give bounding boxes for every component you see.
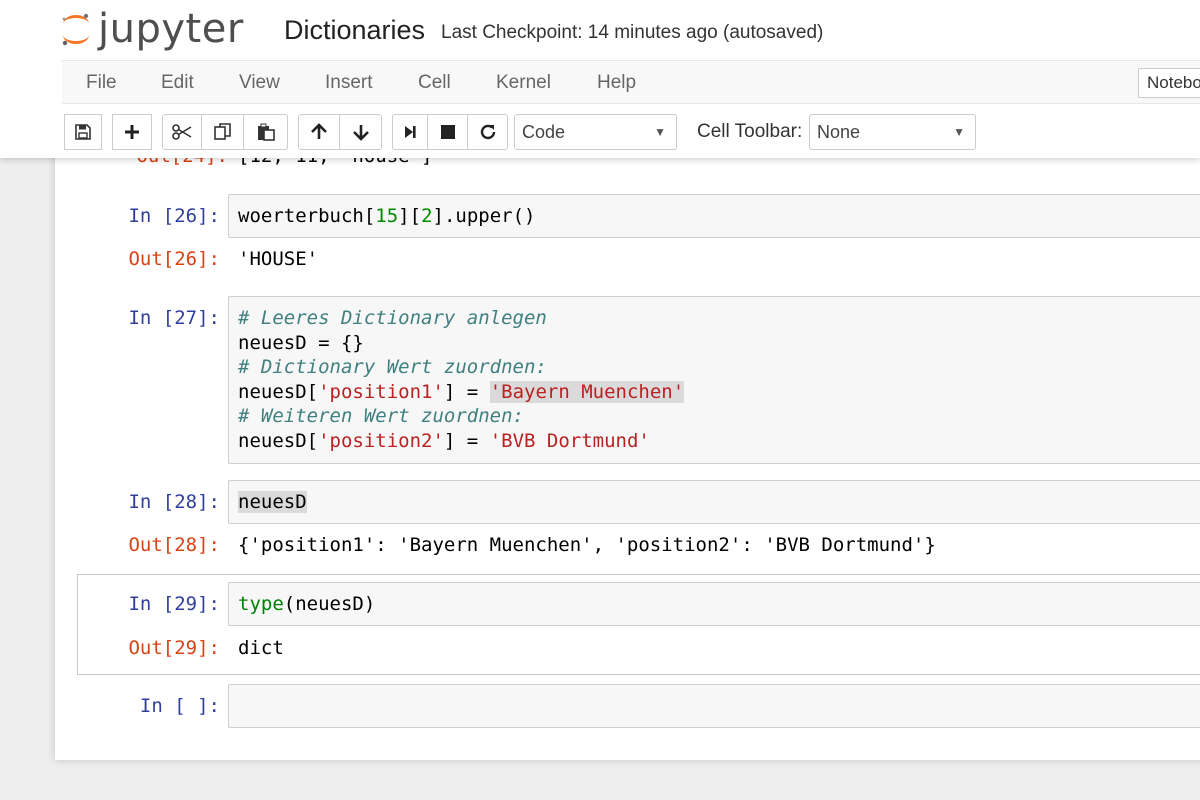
chevron-down-icon: ▼	[654, 125, 666, 139]
jupyter-logo-icon	[62, 13, 89, 46]
code-token: neuesD[	[238, 381, 319, 403]
output-prompt: Out[28]:	[128, 534, 220, 556]
menu-view[interactable]: View	[239, 61, 280, 105]
notebook-header: jupyter Dictionaries Last Checkpoint: 14…	[0, 0, 1200, 158]
move-up-button[interactable]	[298, 114, 340, 150]
menu-edit[interactable]: Edit	[161, 61, 194, 105]
code-line: neuesD['position1'] = 'Bayern Muenchen'	[238, 380, 685, 404]
menu-kernel[interactable]: Kernel	[496, 61, 551, 105]
kernel-indicator[interactable]: Notebo	[1138, 68, 1200, 98]
paste-button[interactable]	[244, 114, 288, 150]
code-input-empty[interactable]	[228, 684, 1200, 728]
code-token: 2	[421, 205, 433, 227]
input-prompt: In [ ]:	[139, 695, 220, 717]
input-prompt: In [27]:	[128, 307, 220, 329]
code-comment: # Leeres Dictionary anlegen	[238, 307, 547, 329]
menu-cell[interactable]: Cell	[418, 61, 451, 105]
copy-icon	[213, 123, 231, 140]
output-prompt: Out[26]:	[128, 248, 220, 270]
output-prompt: Out[29]:	[128, 637, 220, 659]
insert-cell-button[interactable]	[112, 114, 152, 150]
code-string: 'position1'	[318, 381, 444, 403]
menu-insert[interactable]: Insert	[325, 61, 373, 105]
code-line: neuesD = {}	[238, 332, 364, 354]
cut-icon	[172, 124, 192, 140]
input-prompt: In [28]:	[128, 491, 220, 513]
code-line: type(neuesD)	[238, 592, 375, 616]
cell-type-value: Code	[522, 122, 566, 142]
cell-toolbar-value: None	[817, 122, 861, 142]
run-button[interactable]	[392, 114, 428, 150]
code-comment: # Weiteren Wert zuordnen:	[238, 405, 524, 427]
code-token: 15	[375, 205, 399, 227]
logo-text: jupyter	[98, 6, 244, 52]
move-down-button[interactable]	[340, 114, 382, 150]
code-string: 'position2'	[318, 430, 444, 452]
notebook-title[interactable]: Dictionaries	[284, 12, 425, 48]
code-input[interactable]	[228, 480, 1200, 524]
code-token: woerterbuch[	[238, 205, 376, 227]
restart-button[interactable]	[468, 114, 508, 150]
code-token: ][	[398, 205, 422, 227]
menu-file[interactable]: File	[86, 61, 117, 105]
code-token-highlighted: neuesD	[238, 491, 307, 513]
code-builtin: type	[238, 593, 284, 615]
step-forward-icon	[405, 126, 416, 138]
code-token: (neuesD)	[283, 593, 376, 615]
arrow-up-icon	[311, 123, 327, 139]
code-comment: # Dictionary Wert zuordnen:	[238, 356, 547, 378]
menu-help[interactable]: Help	[597, 61, 636, 105]
cell-type-select[interactable]: Code ▼	[514, 114, 677, 150]
plus-icon	[125, 125, 139, 139]
toolbar: Code ▼ Cell Toolbar: None ▼	[62, 110, 1200, 156]
cell-toolbar-select[interactable]: None ▼	[809, 114, 976, 150]
input-prompt: In [29]:	[128, 593, 220, 615]
paste-icon	[257, 123, 275, 141]
notebook-container: Out[24]: [12, 11, 'house'] In [26]: woer…	[55, 140, 1200, 760]
chevron-down-icon: ▼	[953, 125, 965, 139]
copy-button[interactable]	[202, 114, 244, 150]
code-line: neuesD['position2'] = 'BVB Dortmund'	[238, 429, 650, 453]
cell-output: dict	[238, 637, 284, 659]
arrow-down-icon	[352, 125, 369, 141]
jupyter-logo[interactable]: jupyter	[60, 4, 244, 54]
checkpoint-status: Last Checkpoint: 14 minutes ago (autosav…	[441, 22, 824, 43]
cell-toolbar-label: Cell Toolbar:	[697, 121, 803, 142]
code-token: neuesD[	[238, 430, 319, 452]
save-button[interactable]	[64, 114, 102, 150]
code-line: woerterbuch[15][2].upper()	[238, 204, 535, 228]
save-icon	[75, 124, 91, 140]
code-token: ] =	[443, 430, 490, 452]
stop-icon	[440, 125, 455, 139]
code-string-highlighted: 'Bayern Muenchen'	[489, 381, 685, 403]
menu-bar: File Edit View Insert Cell Kernel Help N…	[62, 60, 1200, 104]
interrupt-button[interactable]	[428, 114, 468, 150]
cut-button[interactable]	[162, 114, 202, 150]
cell-output: {'position1': 'Bayern Muenchen', 'positi…	[238, 534, 936, 556]
code-token: ].upper()	[432, 205, 536, 227]
input-prompt: In [26]:	[128, 205, 220, 227]
code-string: 'BVB Dortmund'	[489, 430, 650, 452]
refresh-icon	[480, 124, 495, 140]
code-token: ] =	[443, 381, 490, 403]
code-line: neuesD	[238, 490, 307, 514]
cell-output: 'HOUSE'	[238, 248, 319, 270]
